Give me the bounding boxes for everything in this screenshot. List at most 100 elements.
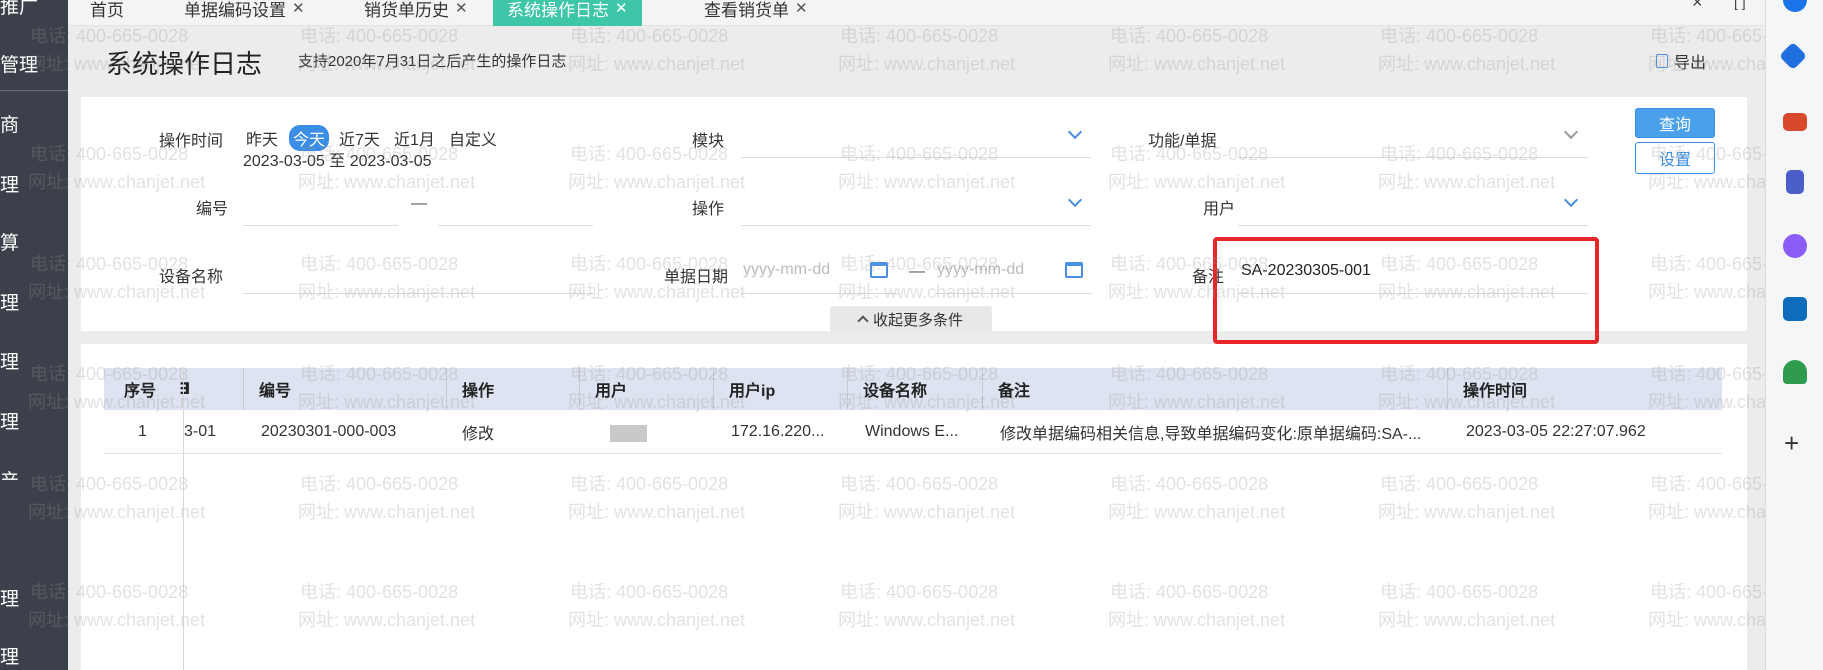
operation-label: 操作 — [692, 201, 725, 218]
table-header: 序号 ∃ 编号 操作 用户 用户ip 设备名称 备注 操作时间 — [104, 368, 1722, 410]
sidebar-item-promo[interactable]: 推广 — [0, 0, 68, 19]
tab-sales-history[interactable]: 销货单历史 ✕ — [364, 0, 468, 26]
page-subtitle: 支持2020年7月31日之后产生的操作日志 — [298, 53, 567, 70]
calendar-icon[interactable] — [1065, 262, 1083, 278]
tab-label: 首页 — [90, 0, 124, 20]
sidebar-item-c[interactable]: 理 — [0, 347, 68, 374]
number-label: 编号 — [196, 201, 229, 218]
chevron-down-icon[interactable] — [1067, 192, 1083, 208]
column-divider[interactable] — [243, 368, 244, 410]
chevron-down-icon[interactable] — [1067, 124, 1083, 140]
left-sidebar: 推广 管理 商 理 算 理 理 理 产 理 理 — [0, 0, 68, 670]
close-icon[interactable]: ✕ — [292, 0, 305, 17]
col-partial: ∃ — [179, 381, 190, 398]
close-icon[interactable]: ✕ — [615, 0, 628, 17]
settings-button[interactable]: 设置 — [1635, 142, 1715, 174]
doc-date-separator: — — [909, 263, 925, 280]
tab-label: 查看销货单 — [704, 0, 789, 20]
column-divider[interactable] — [579, 368, 580, 410]
add-icon[interactable]: + — [1784, 428, 1799, 459]
column-divider[interactable] — [713, 368, 714, 410]
toolbox-icon[interactable] — [1783, 113, 1807, 131]
cell-device: Windows E... — [865, 423, 959, 440]
cell-operation: 修改 — [462, 426, 495, 443]
window-restore-icon[interactable]: [ ] — [1734, 0, 1746, 10]
tab-number-settings[interactable]: 单据编码设置 ✕ — [184, 0, 305, 26]
col-remark[interactable]: 备注 — [998, 368, 1030, 410]
column-divider[interactable] — [1447, 368, 1448, 410]
module-select[interactable] — [741, 157, 1091, 158]
cell-time: 2023-03-05 22:27:07.962 — [1466, 423, 1646, 440]
export-label: 导出 — [1674, 55, 1707, 72]
number-end-input[interactable] — [438, 225, 593, 226]
window-close-icon[interactable]: × — [1692, 0, 1703, 13]
tab-strip: 首页 单据编码设置 ✕ 销货单历史 ✕ 系统操作日志 ✕ 查看销货单 ✕ × [… — [68, 0, 1765, 26]
doc-date-end-input[interactable]: yyyy-mm-dd — [937, 261, 1024, 279]
sidebar-item-b[interactable]: 理 — [0, 288, 68, 315]
copilot-icon[interactable] — [1783, 234, 1807, 258]
doc-date-start-line — [741, 293, 899, 294]
cell-ip: 172.16.220... — [731, 423, 825, 440]
sidebar-divider — [0, 90, 68, 91]
sidebar-item-product[interactable]: 产 — [0, 466, 68, 480]
range-custom[interactable]: 自定义 — [445, 125, 501, 151]
query-button[interactable]: 查询 — [1635, 108, 1715, 138]
column-divider[interactable] — [446, 368, 447, 410]
column-divider[interactable] — [982, 368, 983, 410]
cell-partial: 3-01 — [184, 423, 217, 440]
number-start-input[interactable] — [243, 225, 398, 226]
sidebar-item-a[interactable]: 理 — [0, 170, 68, 197]
chevron-down-icon[interactable] — [1563, 192, 1579, 208]
chess-icon[interactable] — [1786, 170, 1804, 194]
module-label: 模块 — [692, 133, 725, 150]
export-button[interactable]: 导出 — [1656, 49, 1706, 73]
collapse-conditions-button[interactable]: 收起更多条件 — [830, 306, 992, 332]
col-device[interactable]: 设备名称 — [863, 368, 927, 410]
col-ip[interactable]: 用户ip — [729, 368, 775, 410]
chevron-down-icon[interactable] — [1563, 124, 1579, 140]
cell-number: 20230301-000-003 — [261, 423, 397, 440]
doc-date-end-line — [934, 293, 1092, 294]
sidebar-item-calc[interactable]: 算 — [0, 228, 68, 255]
app-rail: + — [1765, 0, 1823, 670]
sidebar-item-f[interactable]: 理 — [0, 642, 68, 669]
highlight-box — [1213, 237, 1599, 344]
tab-view-sales[interactable]: 查看销货单 ✕ — [704, 0, 808, 26]
doc-date-label: 单据日期 — [664, 269, 729, 286]
tag-icon[interactable] — [1778, 41, 1808, 71]
cell-index: 1 — [138, 423, 147, 440]
function-select[interactable] — [1238, 157, 1588, 158]
tab-home[interactable]: 首页 — [90, 0, 124, 26]
export-icon — [1656, 54, 1668, 68]
col-time[interactable]: 操作时间 — [1463, 368, 1527, 410]
sidebar-item-d[interactable]: 理 — [0, 407, 68, 434]
col-number[interactable]: 编号 — [259, 368, 291, 410]
collapse-label: 收起更多条件 — [872, 311, 963, 329]
user-select[interactable] — [1238, 225, 1588, 226]
close-icon[interactable]: ✕ — [455, 0, 468, 17]
op-time-label: 操作时间 — [159, 133, 224, 150]
sidebar-item-manage[interactable]: 管理 — [0, 50, 68, 77]
calendar-icon[interactable] — [870, 262, 888, 278]
table-row[interactable]: 1 3-01 20230301-000-003 修改 172.16.220...… — [104, 410, 1722, 454]
outlook-mail-icon[interactable] — [1783, 297, 1807, 321]
device-input[interactable] — [243, 293, 593, 294]
outlook-icon[interactable] — [1783, 0, 1807, 12]
col-operation[interactable]: 操作 — [462, 368, 494, 410]
close-icon[interactable]: ✕ — [795, 0, 808, 17]
col-user[interactable]: 用户 — [595, 368, 627, 410]
device-label: 设备名称 — [159, 269, 224, 286]
column-divider[interactable] — [847, 368, 848, 410]
page-title: 系统操作日志 — [106, 49, 263, 79]
doc-date-start-input[interactable]: yyyy-mm-dd — [743, 261, 830, 279]
frozen-column-edge — [183, 368, 184, 670]
tab-system-log[interactable]: 系统操作日志 ✕ — [493, 0, 642, 26]
tab-label: 销货单历史 — [364, 0, 449, 20]
sidebar-item-merchant[interactable]: 商 — [0, 110, 68, 137]
tree-icon[interactable] — [1783, 360, 1807, 384]
sidebar-item-e[interactable]: 理 — [0, 584, 68, 611]
col-index[interactable]: 序号 — [124, 368, 156, 410]
operation-select[interactable] — [741, 225, 1091, 226]
log-table: 序号 ∃ 编号 操作 用户 用户ip 设备名称 备注 操作时间 1 3-01 2… — [81, 344, 1747, 670]
tab-label: 系统操作日志 — [507, 0, 609, 20]
